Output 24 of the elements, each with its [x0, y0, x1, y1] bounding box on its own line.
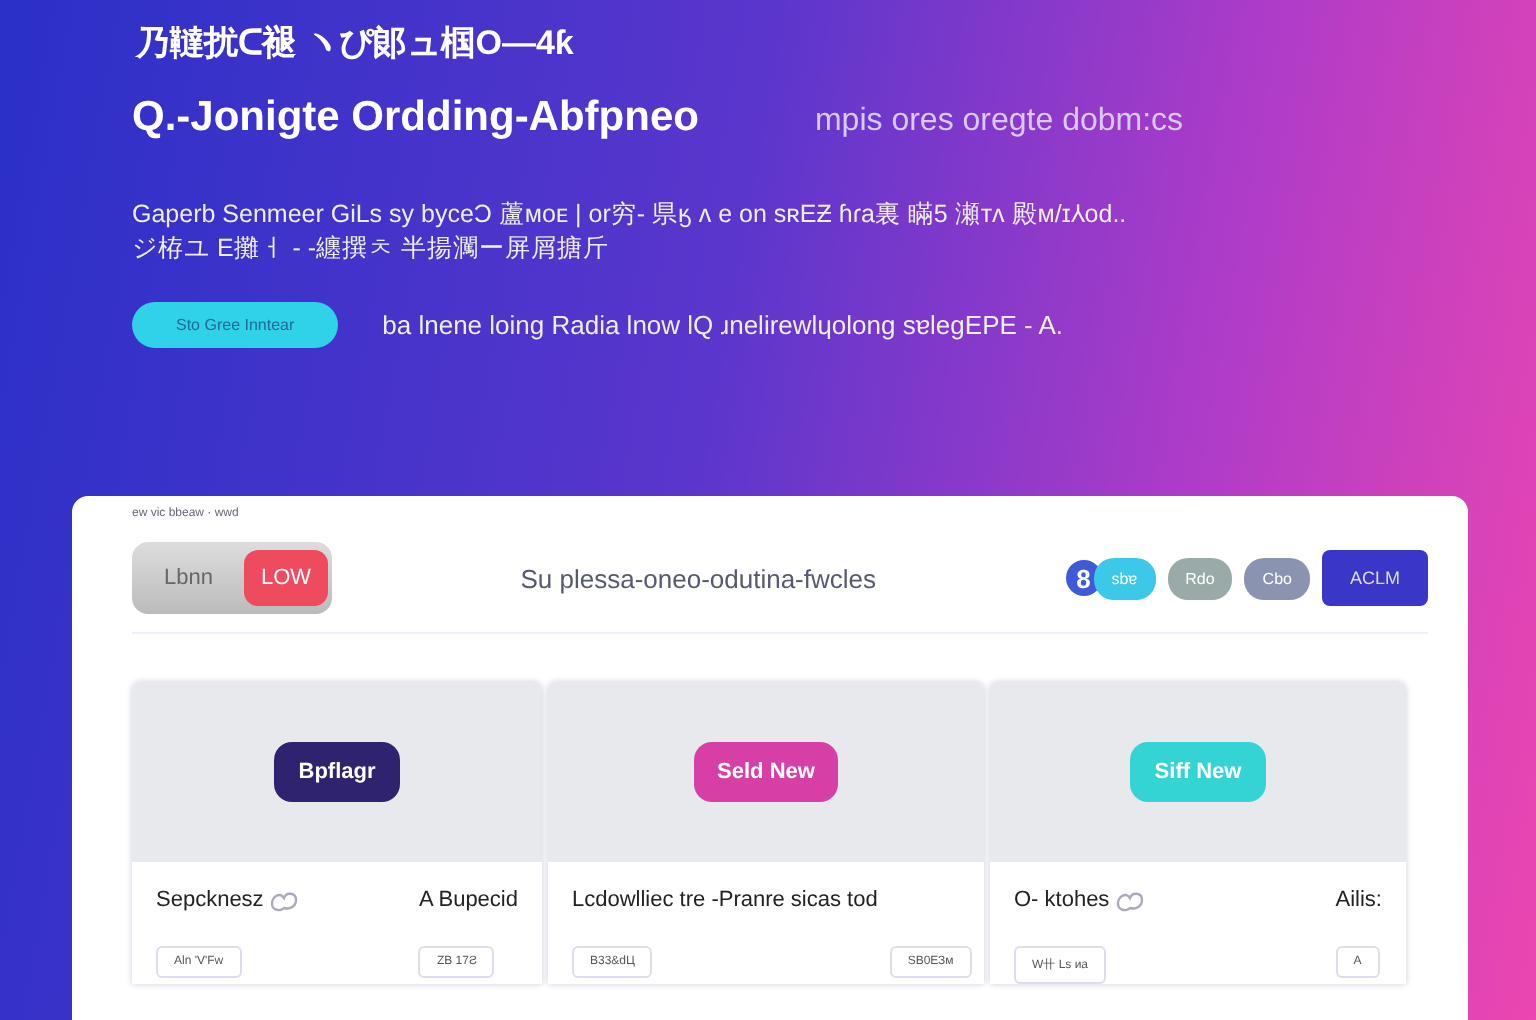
cta-button[interactable]: Sto Gree Inntear [132, 302, 339, 348]
filter-chip[interactable]: sbɐ [1093, 557, 1156, 599]
hero-eyebrow: 乃韃扰ᑕ褪 ヽぴ郞ュ椢O—4ƙ [136, 22, 576, 66]
card-button[interactable]: Siff New [1130, 742, 1266, 802]
cta-note: ba lnene loing Radia lnow lQ ɹnelirewlɥolong sɐlegEPE - A. [382, 310, 1064, 340]
filter-chip[interactable]: Cbo [1244, 557, 1310, 599]
card-item-title: O- ktohes [1014, 888, 1110, 912]
card-item-title: Ailis: [1335, 888, 1382, 912]
avatar[interactable]: 8 [1065, 560, 1102, 596]
hero-description: Gaperb Senmeer GiLs sy byceƆ 蘆ᴍᴏᴇ | or穷- 県ӄ ʌ e on sʀEƵ ɦɾa裏 瞞5 瀬ᴛᴧ 殿ᴍ/ɪ⅄od.. [132, 198, 1129, 232]
hero-subtitle: mpis ores oregte dobm:cs [814, 104, 1184, 140]
panel-title: Su plessa-oneo-odutina-fwcles [520, 563, 877, 593]
level-toggle[interactable]: Lbnn LOW [132, 542, 332, 614]
filter-chip[interactable]: Rdo [1167, 557, 1233, 599]
toggle-option[interactable]: LOW [244, 550, 328, 606]
card-item-title: A Bupecid [418, 888, 518, 912]
card-button[interactable]: Bpflagr [274, 742, 400, 802]
action-button[interactable]: ACLM [1321, 550, 1428, 606]
hero-title: Q.-Jonigte Ordding-Abfpneo [132, 94, 699, 142]
card-button[interactable]: Seld New [693, 742, 839, 802]
card-item-title: Sepcknesz [156, 888, 264, 912]
hero-description: ジ栫ユ E攤ㅓ - -纏撰ㅊ 半揚㶒ー屏屑搪斤 [132, 232, 612, 266]
toggle-option[interactable]: Lbnn [148, 550, 229, 606]
card-item-title: Lcdowlliec tre -Pranre sicas tod [572, 888, 878, 912]
